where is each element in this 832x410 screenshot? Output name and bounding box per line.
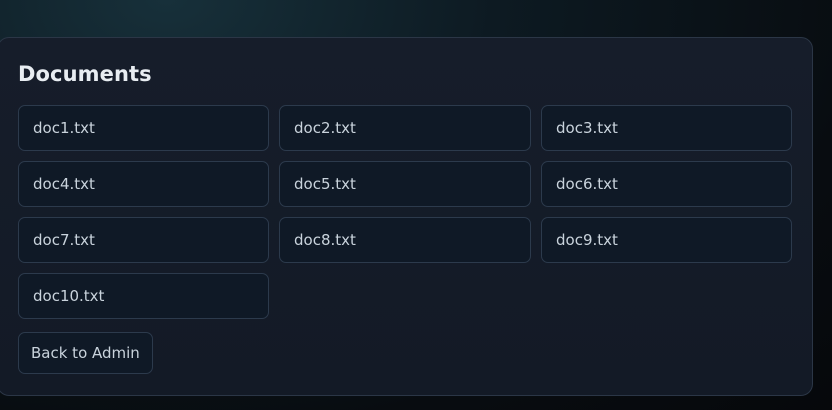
documents-grid: doc1.txt doc2.txt doc3.txt doc4.txt doc5… [18, 105, 792, 319]
document-item[interactable]: doc5.txt [279, 161, 531, 207]
back-to-admin-button[interactable]: Back to Admin [18, 332, 153, 374]
document-item[interactable]: doc4.txt [18, 161, 269, 207]
document-item[interactable]: doc10.txt [18, 273, 269, 319]
documents-panel: Documents doc1.txt doc2.txt doc3.txt doc… [0, 37, 813, 396]
page-title: Documents [18, 62, 152, 86]
document-item[interactable]: doc7.txt [18, 217, 269, 263]
document-item[interactable]: doc2.txt [279, 105, 531, 151]
document-item[interactable]: doc1.txt [18, 105, 269, 151]
document-item[interactable]: doc6.txt [541, 161, 792, 207]
document-item[interactable]: doc9.txt [541, 217, 792, 263]
document-item[interactable]: doc8.txt [279, 217, 531, 263]
document-item[interactable]: doc3.txt [541, 105, 792, 151]
